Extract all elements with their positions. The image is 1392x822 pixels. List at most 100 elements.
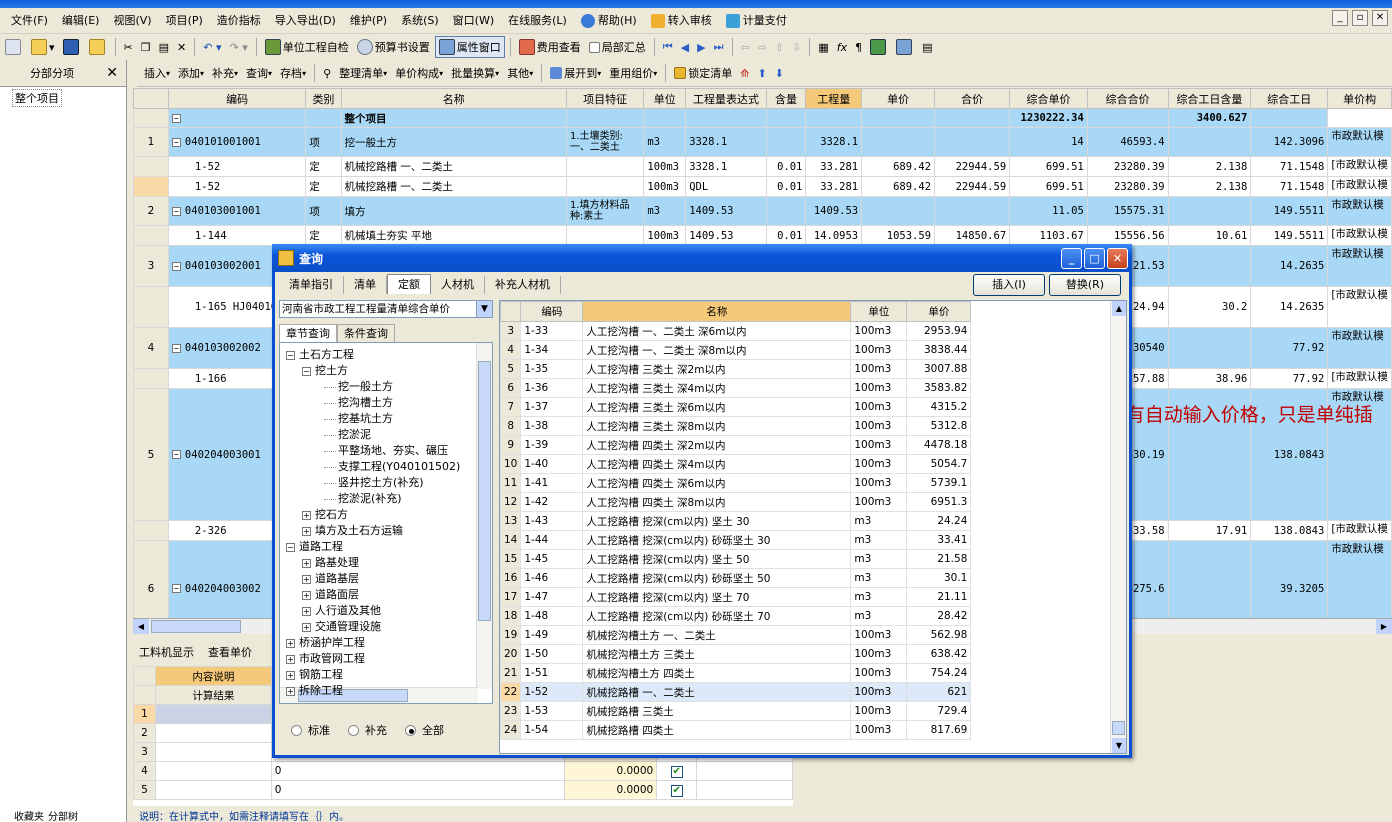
quota-vscrollbar[interactable]: ▲ ▼: [1110, 301, 1126, 753]
collapse-icon[interactable]: −: [171, 343, 181, 353]
quota-row[interactable]: 13 1-43 人工挖路槽 挖深(cm以内) 坚土 30 m3 24.24: [500, 511, 972, 531]
quota-row[interactable]: 9 1-39 人工挖沟槽 四类土 深2m以内 100m3 4478.18: [500, 435, 972, 455]
property-window-button[interactable]: 属性窗口: [434, 36, 505, 58]
quota-row[interactable]: 15 1-45 人工挖路槽 挖深(cm以内) 坚土 50 m3 21.58: [500, 549, 972, 569]
expand-icon[interactable]: +: [302, 526, 311, 536]
calc-value[interactable]: 0: [270, 780, 566, 800]
menu-item-0[interactable]: 文件(F): [4, 11, 55, 31]
quota-row[interactable]: 22 1-52 机械挖路槽 一、二类土 100m3 621: [500, 682, 972, 702]
cut-icon[interactable]: ✂: [121, 36, 136, 58]
toolbar2-reuse-pricing-button[interactable]: 重用组价 ▾: [606, 62, 660, 84]
toolbar2-supplement-button[interactable]: 补充 ▾: [209, 62, 241, 84]
col-qty[interactable]: 工程量: [805, 88, 863, 109]
tree-node[interactable]: − 道路工程: [286, 539, 343, 555]
quota-row[interactable]: 3 1-33 人工挖沟槽 一、二类土 深6m以内 100m3 2953.94: [500, 321, 972, 341]
tab-list-guide[interactable]: 清单指引: [279, 276, 344, 294]
expand-icon[interactable]: +: [302, 622, 311, 632]
menu-item-10[interactable]: 帮助(H): [574, 11, 644, 31]
menu-item-5[interactable]: 导入导出(D): [268, 11, 343, 31]
collapse-icon[interactable]: −: [171, 261, 181, 271]
self-check-button[interactable]: 单位工程自检: [262, 36, 352, 58]
tab-supplement-material[interactable]: 补充人材机: [485, 276, 561, 294]
replace-button[interactable]: 替换(R): [1049, 274, 1121, 296]
new-icon[interactable]: [2, 36, 26, 58]
tree-node[interactable]: + 交通管理设施: [302, 619, 381, 635]
tree-node[interactable]: + 桥涵护岸工程: [286, 635, 365, 651]
tab-labor-material[interactable]: 工料机显示: [139, 644, 194, 660]
quota-row[interactable]: 19 1-49 机械挖沟槽土方 一、二类土 100m3 562.98: [500, 625, 972, 645]
tree-node[interactable]: 支撑工程(Y040101502): [324, 459, 460, 475]
expand-icon[interactable]: +: [286, 654, 295, 664]
sheet-icon[interactable]: ▤: [919, 36, 935, 58]
quota-row[interactable]: 4 1-34 人工挖沟槽 一、二类土 深8m以内 100m3 3838.44: [500, 340, 972, 360]
local-summary-button[interactable]: 局部汇总: [586, 36, 649, 58]
minimize-icon[interactable]: _: [1332, 10, 1348, 26]
copy-icon[interactable]: ❐: [138, 36, 154, 58]
table-row[interactable]: 2−040103001001 项填方 1.填方材料品种:素土 m3 1409.53 140…: [133, 196, 1392, 226]
tab-quota[interactable]: 定额: [387, 274, 431, 294]
col-total-price-all[interactable]: 综合合价: [1086, 88, 1169, 109]
calc-value[interactable]: 0: [270, 761, 566, 781]
tree-vscrollbar[interactable]: [476, 343, 492, 689]
tree-node[interactable]: 挖沟槽土方: [324, 395, 393, 411]
quota-row[interactable]: 12 1-42 人工挖沟槽 四类土 深8m以内 100m3 6951.3: [500, 492, 972, 512]
quota-row[interactable]: 14 1-44 人工挖路槽 挖深(cm以内) 砂砾坚土 30 m3 33.41: [500, 530, 972, 550]
col-type[interactable]: 类别: [305, 88, 342, 109]
col-name[interactable]: 名称: [582, 301, 852, 322]
redo-icon[interactable]: ↷ ▾: [227, 36, 251, 58]
collapse-icon[interactable]: −: [171, 584, 181, 593]
quota-row[interactable]: 10 1-40 人工挖沟槽 四类土 深4m以内 100m3 5054.7: [500, 454, 972, 474]
toolbar2-organize-list-button[interactable]: 整理清单 ▾: [336, 62, 390, 84]
collapse-icon[interactable]: −: [286, 350, 295, 360]
calc-row[interactable]: 4 0 0.0000 ✔: [133, 761, 793, 781]
collapse-icon[interactable]: −: [302, 366, 311, 376]
cube-icon[interactable]: [867, 36, 891, 58]
total-row[interactable]: − 整个项目 1230222.34 3400.627: [133, 108, 1392, 128]
tree-node[interactable]: 竖井挖土方(补充): [324, 475, 424, 491]
table-row[interactable]: 1-144 定机械填土夯实 平地 100m3 1409.53 0.01 14.0953 10…: [133, 225, 1392, 246]
tree-node[interactable]: 挖一般土方: [324, 379, 393, 395]
quota-row[interactable]: 21 1-51 机械挖沟槽土方 四类土 100m3 754.24: [500, 663, 972, 683]
quota-row[interactable]: 11 1-41 人工挖沟槽 四类土 深6m以内 100m3 5739.1: [500, 473, 972, 493]
quota-row[interactable]: 18 1-48 人工挖路槽 挖深(cm以内) 砂砾坚土 70 m3 28.42: [500, 606, 972, 626]
tree-node[interactable]: + 钢筋工程: [286, 667, 343, 683]
dialog-titlebar[interactable]: 查询 _ □ ✕: [272, 244, 1132, 272]
tab-chapter-query[interactable]: 章节查询: [279, 324, 337, 342]
toolbar2-lock-list-button[interactable]: 锁定清单: [671, 62, 735, 84]
left-panel-close-icon[interactable]: ✕: [106, 65, 118, 81]
col-feature[interactable]: 项目特征: [565, 88, 645, 109]
tree-node[interactable]: 平整场地、夯实、碾压: [324, 443, 448, 459]
first-icon[interactable]: ⏮: [660, 36, 676, 58]
col-total[interactable]: 合价: [934, 88, 1011, 109]
menu-item-9[interactable]: 在线服务(L): [501, 11, 574, 31]
tree-node[interactable]: 挖基坑土方: [324, 411, 393, 427]
menu-item-7[interactable]: 系统(S): [394, 11, 446, 31]
save-icon[interactable]: [60, 36, 84, 58]
move-right-icon[interactable]: ⇨: [755, 36, 770, 58]
arrow-up-icon[interactable]: ⬆: [754, 62, 769, 84]
col-unit[interactable]: 单位: [643, 88, 687, 109]
quota-row[interactable]: 8 1-38 人工挖沟槽 三类土 深8m以内 100m3 5312.8: [500, 416, 972, 436]
quota-row[interactable]: 5 1-35 人工挖沟槽 三类土 深2m以内 100m3 3007.88: [500, 359, 972, 379]
expand-icon[interactable]: +: [286, 670, 295, 680]
radio-option[interactable]: 补充: [348, 722, 387, 738]
toolbar2-price-composition-button[interactable]: 单价构成 ▾: [392, 62, 446, 84]
restore-icon[interactable]: ▫: [1352, 10, 1368, 26]
col-labor-content[interactable]: 综合工日含量: [1167, 88, 1252, 109]
expand-icon[interactable]: +: [302, 510, 311, 520]
tree-node[interactable]: + 道路面层: [302, 587, 359, 603]
tab-view-price[interactable]: 查看单价: [208, 644, 252, 660]
col-content[interactable]: 含量: [765, 88, 807, 109]
toolbar2-add-button[interactable]: 添加 ▾: [175, 62, 207, 84]
col-labor-days[interactable]: 综合工日: [1250, 88, 1329, 109]
quota-row[interactable]: 17 1-47 人工挖路槽 挖深(cm以内) 坚土 70 m3 21.11: [500, 587, 972, 607]
col-price[interactable]: 单价: [906, 301, 972, 322]
tree-node[interactable]: + 人行道及其他: [302, 603, 381, 619]
col-unit[interactable]: 单位: [850, 301, 908, 322]
paste-icon[interactable]: ▤: [156, 36, 172, 58]
paint-icon[interactable]: ⟰: [737, 62, 752, 84]
open-icon[interactable]: ▾: [28, 36, 58, 58]
prev-icon[interactable]: ◀: [678, 36, 692, 58]
quota-library-select[interactable]: 河南省市政工程工程量清单综合单价 ▼: [279, 300, 493, 318]
chevron-down-icon[interactable]: ▼: [476, 301, 492, 317]
